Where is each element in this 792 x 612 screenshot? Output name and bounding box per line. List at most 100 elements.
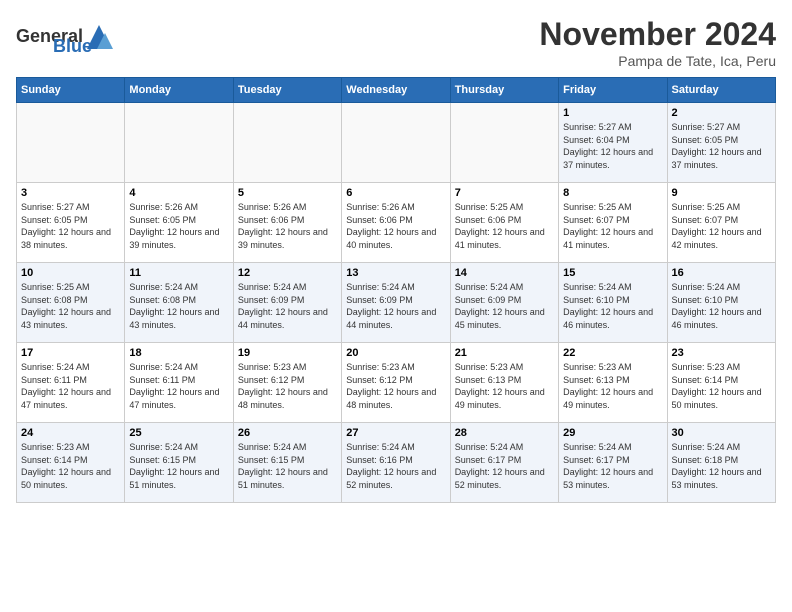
table-row: 28 Sunrise: 5:24 AMSunset: 6:17 PMDayligh… [450, 423, 558, 503]
day-number: 6 [346, 187, 445, 199]
table-row: 10Sunrise: 5:25 AMSunset: 6:08 PMDayligh… [17, 263, 125, 343]
table-row: 20 Sunrise: 5:23 AMSunset: 6:12 PMDayligh… [342, 343, 450, 423]
day-number: 28 [455, 427, 554, 439]
day-number: 16 [672, 267, 771, 279]
table-row: 13 Sunrise: 5:24 AMSunset: 6:09 PMDayligh… [342, 263, 450, 343]
day-detail: Sunrise: 5:25 AMSunset: 6:06 PMDaylight:… [455, 201, 554, 251]
day-detail: Sunrise: 5:24 AMSunset: 6:15 PMDaylight:… [129, 441, 228, 491]
table-row: 14Sunrise: 5:24 AMSunset: 6:09 PMDayligh… [450, 263, 558, 343]
day-detail: Sunrise: 5:23 AMSunset: 6:13 PMDaylight:… [455, 361, 554, 411]
table-row [342, 103, 450, 183]
logo: General Blue [16, 16, 92, 57]
table-row: 19 Sunrise: 5:23 AMSunset: 6:12 PMDayligh… [233, 343, 341, 423]
calendar-table: Sunday Monday Tuesday Wednesday Thursday… [16, 77, 776, 503]
day-number: 3 [21, 187, 120, 199]
table-row: 12 Sunrise: 5:24 AMSunset: 6:09 PMDayligh… [233, 263, 341, 343]
day-detail: Sunrise: 5:24 AMSunset: 6:09 PMDaylight:… [346, 281, 445, 331]
calendar-week-row: 3 Sunrise: 5:27 AMSunset: 6:05 PMDaylight… [17, 183, 776, 263]
day-detail: Sunrise: 5:26 AMSunset: 6:05 PMDaylight:… [129, 201, 228, 251]
header-tuesday: Tuesday [233, 78, 341, 103]
day-number: 23 [672, 347, 771, 359]
day-detail: Sunrise: 5:24 AMSunset: 6:09 PMDaylight:… [238, 281, 337, 331]
table-row: 30 Sunrise: 5:24 AMSunset: 6:18 PMDayligh… [667, 423, 775, 503]
day-number: 13 [346, 267, 445, 279]
table-row: 17 Sunrise: 5:24 AMSunset: 6:11 PMDayligh… [17, 343, 125, 423]
day-detail: Sunrise: 5:24 AMSunset: 6:11 PMDaylight:… [21, 361, 120, 411]
header-wednesday: Wednesday [342, 78, 450, 103]
header-sunday: Sunday [17, 78, 125, 103]
day-detail: Sunrise: 5:24 AMSunset: 6:17 PMDaylight:… [455, 441, 554, 491]
day-detail: Sunrise: 5:24 AMSunset: 6:18 PMDaylight:… [672, 441, 771, 491]
table-row [17, 103, 125, 183]
day-number: 21 [455, 347, 554, 359]
day-detail: Sunrise: 5:25 AMSunset: 6:07 PMDaylight:… [672, 201, 771, 251]
location-title: Pampa de Tate, Ica, Peru [539, 53, 776, 69]
day-number: 14 [455, 267, 554, 279]
weekday-header-row: Sunday Monday Tuesday Wednesday Thursday… [17, 78, 776, 103]
day-detail: Sunrise: 5:25 AMSunset: 6:07 PMDaylight:… [563, 201, 662, 251]
table-row: 7 Sunrise: 5:25 AMSunset: 6:06 PMDaylight… [450, 183, 558, 263]
table-row: 8Sunrise: 5:25 AMSunset: 6:07 PMDaylight… [559, 183, 667, 263]
table-row [233, 103, 341, 183]
table-row: 29 Sunrise: 5:24 AMSunset: 6:17 PMDayligh… [559, 423, 667, 503]
day-number: 20 [346, 347, 445, 359]
day-detail: Sunrise: 5:24 AMSunset: 6:17 PMDaylight:… [563, 441, 662, 491]
day-number: 26 [238, 427, 337, 439]
table-row [450, 103, 558, 183]
table-row: 5Sunrise: 5:26 AMSunset: 6:06 PMDaylight… [233, 183, 341, 263]
day-number: 7 [455, 187, 554, 199]
title-area: November 2024 Pampa de Tate, Ica, Peru [539, 16, 776, 69]
day-number: 4 [129, 187, 228, 199]
day-number: 15 [563, 267, 662, 279]
month-title: November 2024 [539, 16, 776, 53]
day-number: 30 [672, 427, 771, 439]
day-detail: Sunrise: 5:24 AMSunset: 6:16 PMDaylight:… [346, 441, 445, 491]
day-number: 10 [21, 267, 120, 279]
table-row: 27 Sunrise: 5:24 AMSunset: 6:16 PMDayligh… [342, 423, 450, 503]
logo-blue-text: Blue [53, 36, 92, 57]
day-number: 22 [563, 347, 662, 359]
day-detail: Sunrise: 5:23 AMSunset: 6:12 PMDaylight:… [238, 361, 337, 411]
day-number: 9 [672, 187, 771, 199]
table-row: 9 Sunrise: 5:25 AMSunset: 6:07 PMDaylight… [667, 183, 775, 263]
header-saturday: Saturday [667, 78, 775, 103]
header: General Blue November 2024 Pampa de Tate… [16, 16, 776, 69]
day-number: 27 [346, 427, 445, 439]
day-detail: Sunrise: 5:23 AMSunset: 6:14 PMDaylight:… [672, 361, 771, 411]
day-number: 18 [129, 347, 228, 359]
day-number: 25 [129, 427, 228, 439]
calendar-week-row: 24 Sunrise: 5:23 AMSunset: 6:14 PMDayligh… [17, 423, 776, 503]
day-number: 5 [238, 187, 337, 199]
table-row: 11Sunrise: 5:24 AMSunset: 6:08 PMDayligh… [125, 263, 233, 343]
table-row: 2Sunrise: 5:27 AMSunset: 6:05 PMDaylight… [667, 103, 775, 183]
day-detail: Sunrise: 5:27 AMSunset: 6:05 PMDaylight:… [21, 201, 120, 251]
day-detail: Sunrise: 5:23 AMSunset: 6:12 PMDaylight:… [346, 361, 445, 411]
day-detail: Sunrise: 5:27 AMSunset: 6:04 PMDaylight:… [563, 121, 662, 171]
day-detail: Sunrise: 5:23 AMSunset: 6:14 PMDaylight:… [21, 441, 120, 491]
day-number: 11 [129, 267, 228, 279]
table-row: 15 Sunrise: 5:24 AMSunset: 6:10 PMDayligh… [559, 263, 667, 343]
calendar-week-row: 1 Sunrise: 5:27 AMSunset: 6:04 PMDaylight… [17, 103, 776, 183]
day-detail: Sunrise: 5:24 AMSunset: 6:10 PMDaylight:… [672, 281, 771, 331]
day-detail: Sunrise: 5:24 AMSunset: 6:15 PMDaylight:… [238, 441, 337, 491]
day-detail: Sunrise: 5:24 AMSunset: 6:11 PMDaylight:… [129, 361, 228, 411]
table-row: 21 Sunrise: 5:23 AMSunset: 6:13 PMDayligh… [450, 343, 558, 423]
table-row: 1 Sunrise: 5:27 AMSunset: 6:04 PMDaylight… [559, 103, 667, 183]
table-row: 22Sunrise: 5:23 AMSunset: 6:13 PMDayligh… [559, 343, 667, 423]
table-row: 4 Sunrise: 5:26 AMSunset: 6:05 PMDaylight… [125, 183, 233, 263]
calendar-week-row: 10Sunrise: 5:25 AMSunset: 6:08 PMDayligh… [17, 263, 776, 343]
day-number: 1 [563, 107, 662, 119]
day-number: 24 [21, 427, 120, 439]
header-thursday: Thursday [450, 78, 558, 103]
day-number: 17 [21, 347, 120, 359]
day-number: 12 [238, 267, 337, 279]
header-monday: Monday [125, 78, 233, 103]
table-row [125, 103, 233, 183]
day-number: 2 [672, 107, 771, 119]
day-number: 19 [238, 347, 337, 359]
day-number: 29 [563, 427, 662, 439]
day-detail: Sunrise: 5:24 AMSunset: 6:10 PMDaylight:… [563, 281, 662, 331]
day-detail: Sunrise: 5:26 AMSunset: 6:06 PMDaylight:… [346, 201, 445, 251]
table-row: 23 Sunrise: 5:23 AMSunset: 6:14 PMDayligh… [667, 343, 775, 423]
header-friday: Friday [559, 78, 667, 103]
